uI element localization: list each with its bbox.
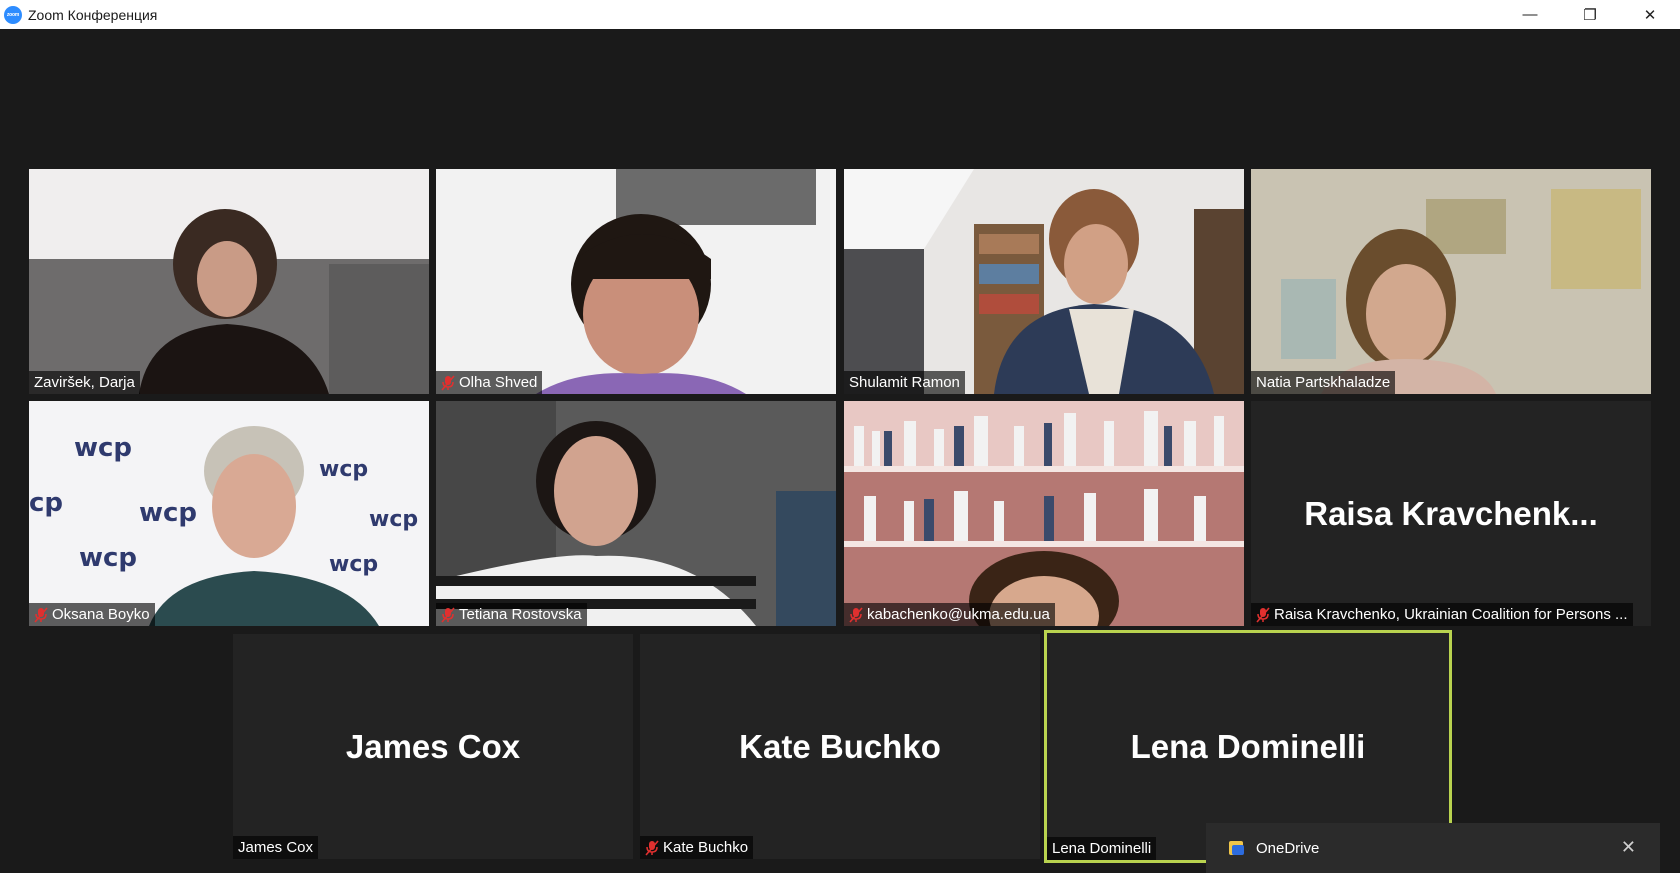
svg-text:cp: cp	[29, 488, 63, 518]
participant-name: Zaviršek, Darja	[34, 374, 135, 391]
muted-mic-icon	[34, 606, 48, 623]
onedrive-icon	[1229, 841, 1244, 855]
video-feed-shulamit-ramon	[844, 169, 1244, 394]
video-tile-kabachenko[interactable]: kabachenko@ukma.edu.ua	[844, 401, 1244, 626]
onedrive-label: OneDrive	[1256, 839, 1320, 857]
participant-nametag: James Cox	[233, 836, 319, 859]
participant-display-name: Raisa Kravchenk...	[1304, 494, 1598, 532]
zoom-app-icon: zoom	[4, 5, 22, 24]
participant-nametag: Olha Shved	[436, 371, 543, 394]
video-feed-tetiana-rostovska	[436, 401, 836, 626]
video-tile-tetiana-rostovska[interactable]: Tetiana Rostovska	[436, 401, 836, 626]
participant-name: Olha Shved	[459, 374, 538, 391]
video-feed-zavirsek	[29, 169, 429, 394]
video-tile-kate-buchko[interactable]: Kate Buchko Kate Buchko	[640, 634, 1040, 859]
participant-nametag: Shulamit Ramon	[844, 371, 965, 394]
onedrive-notification[interactable]: OneDrive ✕	[1206, 823, 1660, 873]
video-tile-raisa-kravchenko[interactable]: Raisa Kravchenk... Raisa Kravchenko, Ukr…	[1251, 401, 1651, 626]
svg-text:wcp: wcp	[139, 498, 197, 528]
participant-name: Lena Dominelli	[1052, 840, 1152, 857]
muted-mic-icon	[849, 606, 863, 623]
participant-display-name: James Cox	[345, 727, 521, 765]
video-tile-natia-partskhaladze[interactable]: Natia Partskhaladze	[1251, 169, 1651, 394]
muted-mic-icon	[1256, 606, 1270, 623]
toast-close-icon[interactable]: ✕	[1621, 837, 1636, 858]
participant-name: James Cox	[238, 839, 314, 856]
title-bar: zoom Zoom Конференция — ❐ ✕	[0, 0, 1680, 29]
participant-display-name: Kate Buchko	[739, 727, 941, 765]
participant-name: Shulamit Ramon	[849, 374, 960, 391]
participant-nametag: Natia Partskhaladze	[1251, 371, 1396, 394]
participant-name: Raisa Kravchenko, Ukrainian Coalition fo…	[1274, 606, 1628, 623]
svg-text:wcp: wcp	[319, 457, 368, 482]
close-button[interactable]: ✕	[1620, 0, 1680, 29]
video-tile-olha-shved[interactable]: Olha Shved	[436, 169, 836, 394]
svg-text:wcp: wcp	[74, 433, 132, 463]
video-feed-olha-shved	[436, 169, 836, 394]
video-tile-shulamit-ramon[interactable]: Shulamit Ramon	[844, 169, 1244, 394]
participant-nametag: Lena Dominelli	[1047, 837, 1157, 860]
participant-name: kabachenko@ukma.edu.ua	[867, 606, 1050, 623]
video-tile-zavirsek[interactable]: Zaviršek, Darja	[29, 169, 429, 394]
participant-nametag: Raisa Kravchenko, Ukrainian Coalition fo…	[1251, 603, 1633, 626]
muted-mic-icon	[441, 606, 455, 623]
participant-name: Oksana Boyko	[52, 606, 150, 623]
participant-nametag: Zaviršek, Darja	[29, 371, 140, 394]
window-title: Zoom Конференция	[28, 6, 158, 23]
maximize-button[interactable]: ❐	[1560, 0, 1620, 29]
minimize-button[interactable]: —	[1500, 0, 1560, 29]
participant-nametag: Oksana Boyko	[29, 603, 155, 626]
muted-mic-icon	[441, 374, 455, 391]
muted-mic-icon	[645, 839, 659, 856]
participant-name: Natia Partskhaladze	[1256, 374, 1391, 391]
participant-nametag: Tetiana Rostovska	[436, 603, 587, 626]
video-feed-natia-partskhaladze	[1251, 169, 1651, 394]
video-feed-kabachenko	[844, 401, 1244, 626]
video-tile-oksana-boyko[interactable]: wcp wcp cp wcp wcp wcp wcp Oksana Boyko	[29, 401, 429, 626]
svg-text:wcp: wcp	[369, 507, 418, 532]
participant-name: Kate Buchko	[663, 839, 749, 856]
participant-display-name: Lena Dominelli	[1130, 727, 1366, 765]
svg-text:wcp: wcp	[329, 552, 378, 577]
participant-name: Tetiana Rostovska	[459, 606, 582, 623]
svg-text:wcp: wcp	[79, 543, 137, 573]
participant-nametag: Kate Buchko	[640, 836, 754, 859]
video-tile-james-cox[interactable]: James Cox James Cox	[233, 634, 633, 859]
video-feed-oksana-boyko: wcp wcp cp wcp wcp wcp wcp	[29, 401, 429, 626]
participant-nametag: kabachenko@ukma.edu.ua	[844, 603, 1055, 626]
